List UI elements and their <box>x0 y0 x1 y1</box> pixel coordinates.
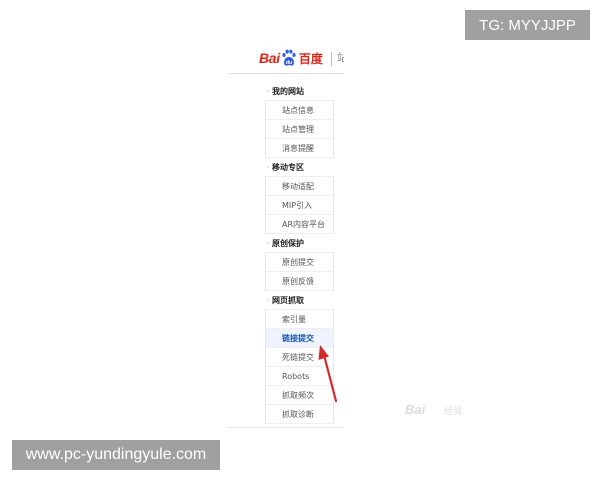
panel-bottom-border <box>228 427 344 428</box>
sidebar-section-label: 原创保护 <box>272 239 304 248</box>
sidebar-section-label: 网页抓取 <box>272 296 304 305</box>
baidu-jingyan-watermark: Bai 经验 <box>405 400 475 424</box>
logo-chinese-text: 百度 <box>298 51 323 66</box>
sidebar-section-header[interactable]: · 移动专区 <box>265 158 334 177</box>
top-overlay-tag: TG: MYYJJPP <box>465 10 590 40</box>
sidebar-section-header[interactable]: · 网页抓取 <box>265 291 334 310</box>
sidebar-item[interactable]: 消息提醒 <box>265 139 334 158</box>
sidebar-section-label: 我的网站 <box>272 87 304 96</box>
watermark-sub: 经验 <box>444 407 463 417</box>
sidebar-item[interactable]: 站点管理 <box>265 120 334 139</box>
red-arrow-icon <box>318 345 338 403</box>
sidebar-item[interactable]: MIP引入 <box>265 196 334 215</box>
paw-inner-text: du <box>286 60 292 66</box>
logo-bai-text: Bai <box>259 50 280 66</box>
header-divider <box>331 52 332 66</box>
header-underline <box>228 73 344 74</box>
paw-icon: du <box>281 49 297 67</box>
sidebar-item[interactable]: 站点信息 <box>265 101 334 120</box>
sidebar-item[interactable]: 索引量 <box>265 310 334 329</box>
sidebar-item[interactable]: 移动适配 <box>265 177 334 196</box>
sidebar-section-label: 移动专区 <box>272 163 304 172</box>
sidebar-item[interactable]: 原创提交 <box>265 253 334 272</box>
bottom-overlay-url: www.pc-yundingyule.com <box>12 440 220 470</box>
header-cut-text: 站 <box>337 52 344 64</box>
sidebar-section-header[interactable]: · 我的网站 <box>265 82 334 101</box>
watermark-text: Bai <box>405 402 426 417</box>
sidebar-item[interactable]: AR内容平台 <box>265 215 334 234</box>
sidebar-item[interactable]: 原创反馈 <box>265 272 334 291</box>
baidu-logo[interactable]: Bai du 百度 <box>259 46 323 70</box>
sidebar-section-header[interactable]: · 原创保护 <box>265 234 334 253</box>
